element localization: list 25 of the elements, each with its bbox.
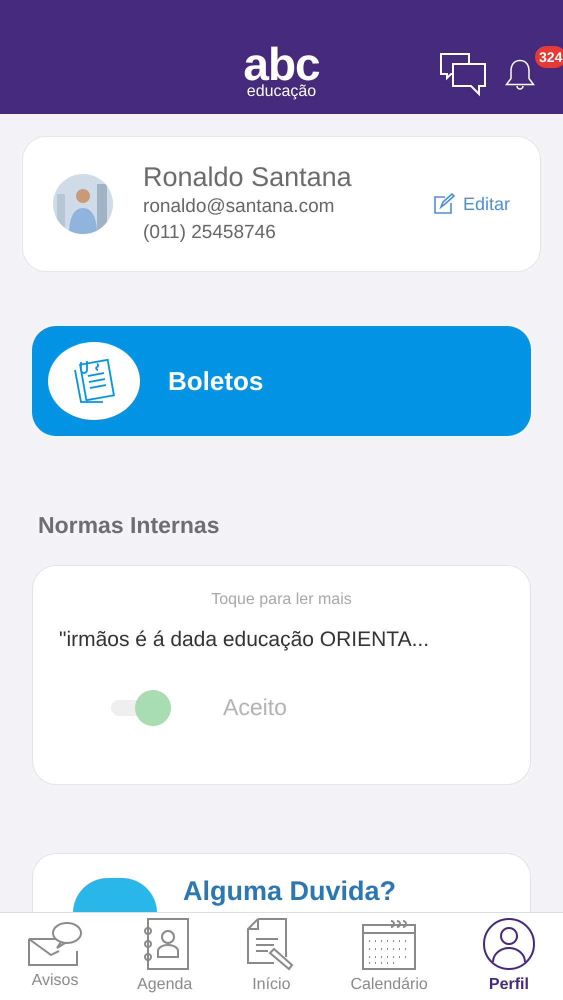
nav-tab[interactable]: Agenda: [137, 916, 192, 996]
profile-phone: (011) 25458746: [143, 221, 277, 246]
section-title: Normas Internas: [38, 511, 221, 540]
accept-toggle[interactable]: [111, 689, 171, 725]
nav-tab[interactable]: Perfil: [482, 916, 536, 996]
help-card[interactable]: Alguma Duvida?: [32, 852, 531, 912]
envelope-icon: [27, 920, 84, 966]
edit-button[interactable]: Editar: [432, 190, 510, 218]
nav-tab[interactable]: Calendário: [350, 916, 428, 996]
profile-name: Ronaldo Santana: [143, 161, 352, 194]
logo-subtitle: educação: [246, 84, 316, 100]
accept-label: Aceito: [223, 692, 287, 722]
edit-icon: [432, 193, 455, 215]
logo: abc: [243, 44, 320, 84]
profile-email: ronaldo@santana.com: [143, 194, 336, 219]
notification-badge: 324: [535, 46, 563, 68]
norms-excerpt: "irmãos é á dada educação ORIENTA...: [59, 626, 430, 652]
help-title: Alguma Duvida?: [183, 878, 396, 904]
read-more-hint: Toque para ler mais: [210, 590, 353, 610]
norms-card[interactable]: Toque para ler mais "irmãos é á dada educação ORIENTA... Aceito: [32, 564, 531, 784]
chat-icon[interactable]: [439, 50, 487, 98]
boletos-button[interactable]: Boletos: [32, 326, 531, 436]
person-icon: [482, 916, 536, 970]
nav-tab[interactable]: Avisos: [27, 920, 84, 992]
nav-tab[interactable]: Início: [246, 916, 296, 996]
